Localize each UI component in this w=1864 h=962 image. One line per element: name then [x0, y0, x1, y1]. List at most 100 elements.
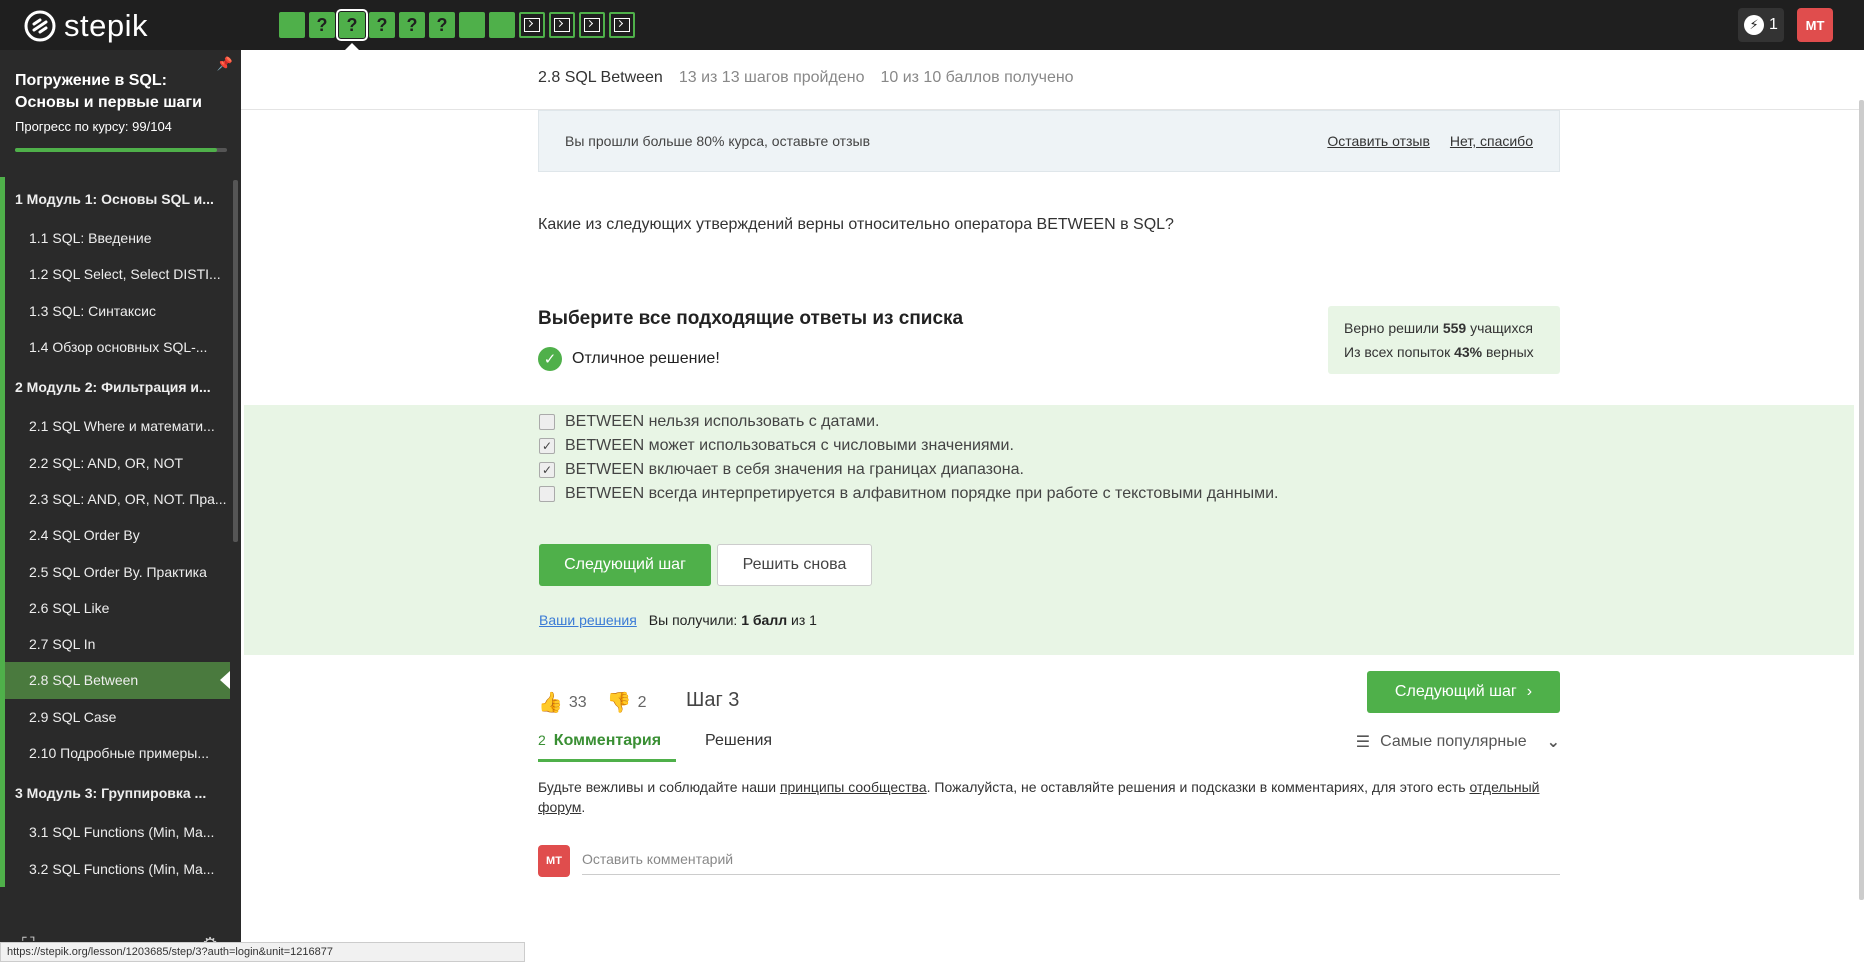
comment-input[interactable]: Оставить комментарий [582, 847, 1560, 875]
stepik-logo[interactable]: stepik [24, 8, 148, 44]
tab-comments[interactable]: 2 Комментария [538, 732, 676, 762]
dislike-count: 2 [637, 693, 647, 711]
step-12-code[interactable] [609, 12, 635, 38]
success-rate-line: Из всех попыток 43% верных [1344, 344, 1534, 360]
terminal-icon [524, 18, 540, 32]
sidebar-lesson[interactable]: 2.9 SQL Case [0, 698, 230, 735]
no-thanks-link[interactable]: Нет, спасибо [1450, 133, 1533, 149]
success-rate: 43% [1454, 344, 1483, 360]
task-title: Выберите все подходящие ответы из списка [538, 308, 964, 329]
step-3-quiz-current[interactable]: ? [336, 9, 368, 50]
step-5-quiz[interactable]: ? [399, 12, 425, 38]
step-7-done[interactable] [459, 12, 485, 38]
answer-text: BETWEEN может использоваться с числовыми… [565, 437, 1014, 454]
sidebar-module[interactable]: 3 Модуль 3: Группировка ... [0, 771, 230, 815]
thumbs-down-icon[interactable]: 👎 [607, 690, 632, 715]
result-message: ✓ Отличное решение! [538, 347, 720, 371]
sidebar-lesson[interactable]: 2.7 SQL In [0, 625, 230, 663]
course-title[interactable]: Погружение в SQL: Основы и первые шаги [15, 70, 230, 114]
thumbs-up-icon[interactable]: 👍 [538, 690, 563, 715]
status-bar-url: https://stepik.org/lesson/1203685/step/3… [0, 942, 525, 962]
main-content: 2.8 SQL Between 13 из 13 шагов пройдено … [241, 50, 1864, 962]
sidebar-module[interactable]: 2 Модуль 2: Фильтрация и... [0, 365, 230, 409]
checkbox[interactable] [539, 414, 555, 430]
table-of-contents: 1 Модуль 1: Основы SQL и... 1.1 SQL: Введ… [0, 177, 230, 887]
like-count: 33 [568, 693, 587, 711]
terminal-icon [554, 18, 570, 32]
checkbox[interactable]: ✓ [539, 462, 555, 478]
step-4-quiz[interactable]: ? [369, 12, 395, 38]
step-1-done[interactable] [279, 12, 305, 38]
leave-review-link[interactable]: Оставить отзыв [1327, 133, 1430, 149]
community-principles-link[interactable]: принципы сообщества [780, 779, 927, 795]
sidebar-lesson[interactable]: 2.10 Подробные примеры... [0, 734, 230, 772]
tab-solutions[interactable]: Решения [705, 732, 772, 750]
review-banner: Вы прошли больше 80% курса, оставьте отз… [538, 110, 1560, 172]
points-earned: 10 из 10 баллов получено [880, 69, 1074, 86]
answer-option[interactable]: BETWEEN всегда интерпретируется в алфави… [539, 485, 1278, 503]
comment-avatar: MT [538, 845, 570, 877]
vote-bar: 👍 33 👎 2 [538, 690, 647, 715]
lesson-title: 2.8 SQL Between [538, 69, 663, 86]
chevron-right-icon: › [1526, 683, 1533, 700]
chevron-down-icon: ⌄ [1546, 734, 1560, 751]
course-progress-bar [15, 148, 227, 152]
sidebar-lesson[interactable]: 1.3 SQL: Синтаксис [0, 292, 230, 329]
sidebar-lesson[interactable]: 1.4 Обзор основных SQL-... [0, 328, 230, 366]
sidebar-lesson[interactable]: 2.1 SQL Where и математи... [0, 408, 230, 445]
answer-option[interactable]: ✓ BETWEEN может использоваться с числовы… [539, 437, 1014, 455]
community-rules: Будьте вежливы и соблюдайте наши принцип… [538, 779, 1540, 815]
step-11-code[interactable] [579, 12, 605, 38]
sidebar-module[interactable]: 1 Модуль 1: Основы SQL и... [0, 177, 230, 220]
next-step-button[interactable]: Следующий шаг [539, 544, 711, 586]
review-text: Вы прошли больше 80% курса, оставьте отз… [565, 133, 871, 149]
solve-again-button[interactable]: Решить снова [717, 544, 872, 586]
step-2-quiz[interactable]: ? [309, 12, 335, 38]
energy-counter[interactable]: ⚡ 1 [1738, 8, 1784, 42]
question-text: Какие из следующих утверждений верны отн… [538, 216, 1174, 233]
main-scrollbar[interactable] [1859, 100, 1864, 900]
solved-line: Верно решили 559 учащихся [1344, 320, 1533, 336]
answer-text: BETWEEN всегда интерпретируется в алфави… [565, 485, 1279, 502]
checkbox[interactable] [539, 486, 555, 502]
answer-option[interactable]: BETWEEN нельзя использовать с датами. [539, 413, 880, 431]
step-9-code[interactable] [519, 12, 545, 38]
sidebar-lesson[interactable]: 2.3 SQL: AND, OR, NOT. Пра... [0, 480, 230, 518]
answer-option[interactable]: ✓ BETWEEN включает в себя значения на гр… [539, 461, 1024, 479]
sidebar-lesson[interactable]: 2.6 SQL Like [0, 589, 230, 626]
your-solutions-link[interactable]: Ваши решения [539, 612, 637, 628]
step-number: Шаг 3 [686, 689, 740, 711]
sidebar-lesson[interactable]: 3.1 SQL Functions (Min, Ma... [0, 814, 230, 851]
lightning-icon: ⚡ [1744, 15, 1765, 35]
steps-done: 13 из 13 шагов пройдено [678, 69, 865, 86]
stepik-logo-icon [24, 10, 56, 42]
discussion-tabs: 2 Комментария Решения ☰ Самые популярные … [538, 732, 1560, 762]
score-received: Вы получили: 1 балл из 1 [648, 612, 817, 628]
step-8-done[interactable] [489, 12, 515, 38]
user-avatar[interactable]: MT [1797, 8, 1833, 42]
checkbox[interactable]: ✓ [539, 438, 555, 454]
course-progress-fill [15, 148, 217, 152]
next-step-label: Следующий шаг [1394, 683, 1517, 700]
sidebar-scrollbar[interactable] [233, 180, 238, 542]
sidebar-lesson[interactable]: 2.8 SQL Between [0, 662, 230, 699]
step-6-quiz[interactable]: ? [429, 12, 455, 38]
sort-dropdown[interactable]: ☰ Самые популярные ⌄ [1356, 732, 1560, 752]
top-bar: stepik ? ? ? ? ? ⚡ 1 MT [0, 0, 1864, 50]
sidebar-lesson[interactable]: 1.2 SQL Select, Select DISTI... [0, 256, 230, 293]
solved-count: 559 [1442, 320, 1467, 336]
step-10-code[interactable] [549, 12, 575, 38]
next-step-button-bottom[interactable]: Следующий шаг › [1367, 671, 1560, 713]
course-progress-label: Прогресс по курсу: 99/104 [15, 119, 172, 134]
lesson-header: 2.8 SQL Between 13 из 13 шагов пройдено … [538, 69, 1074, 87]
sidebar-lesson[interactable]: 2.4 SQL Order By [0, 517, 230, 554]
sidebar-lesson[interactable]: 1.1 SQL: Введение [0, 220, 230, 257]
logo-text: stepik [64, 8, 148, 43]
sidebar-lesson[interactable]: 3.2 SQL Functions (Min, Ma... [0, 850, 230, 887]
terminal-icon [584, 18, 600, 32]
sidebar-lesson[interactable]: 2.2 SQL: AND, OR, NOT [0, 444, 230, 481]
sidebar-lesson[interactable]: 2.5 SQL Order By. Практика [0, 553, 230, 590]
answer-area: BETWEEN нельзя использовать с датами. ✓ … [244, 405, 1854, 655]
solutions-line: Ваши решения Вы получили: 1 балл из 1 [539, 612, 817, 628]
solve-stats: Верно решили 559 учащихся Из всех попыто… [1328, 306, 1560, 374]
